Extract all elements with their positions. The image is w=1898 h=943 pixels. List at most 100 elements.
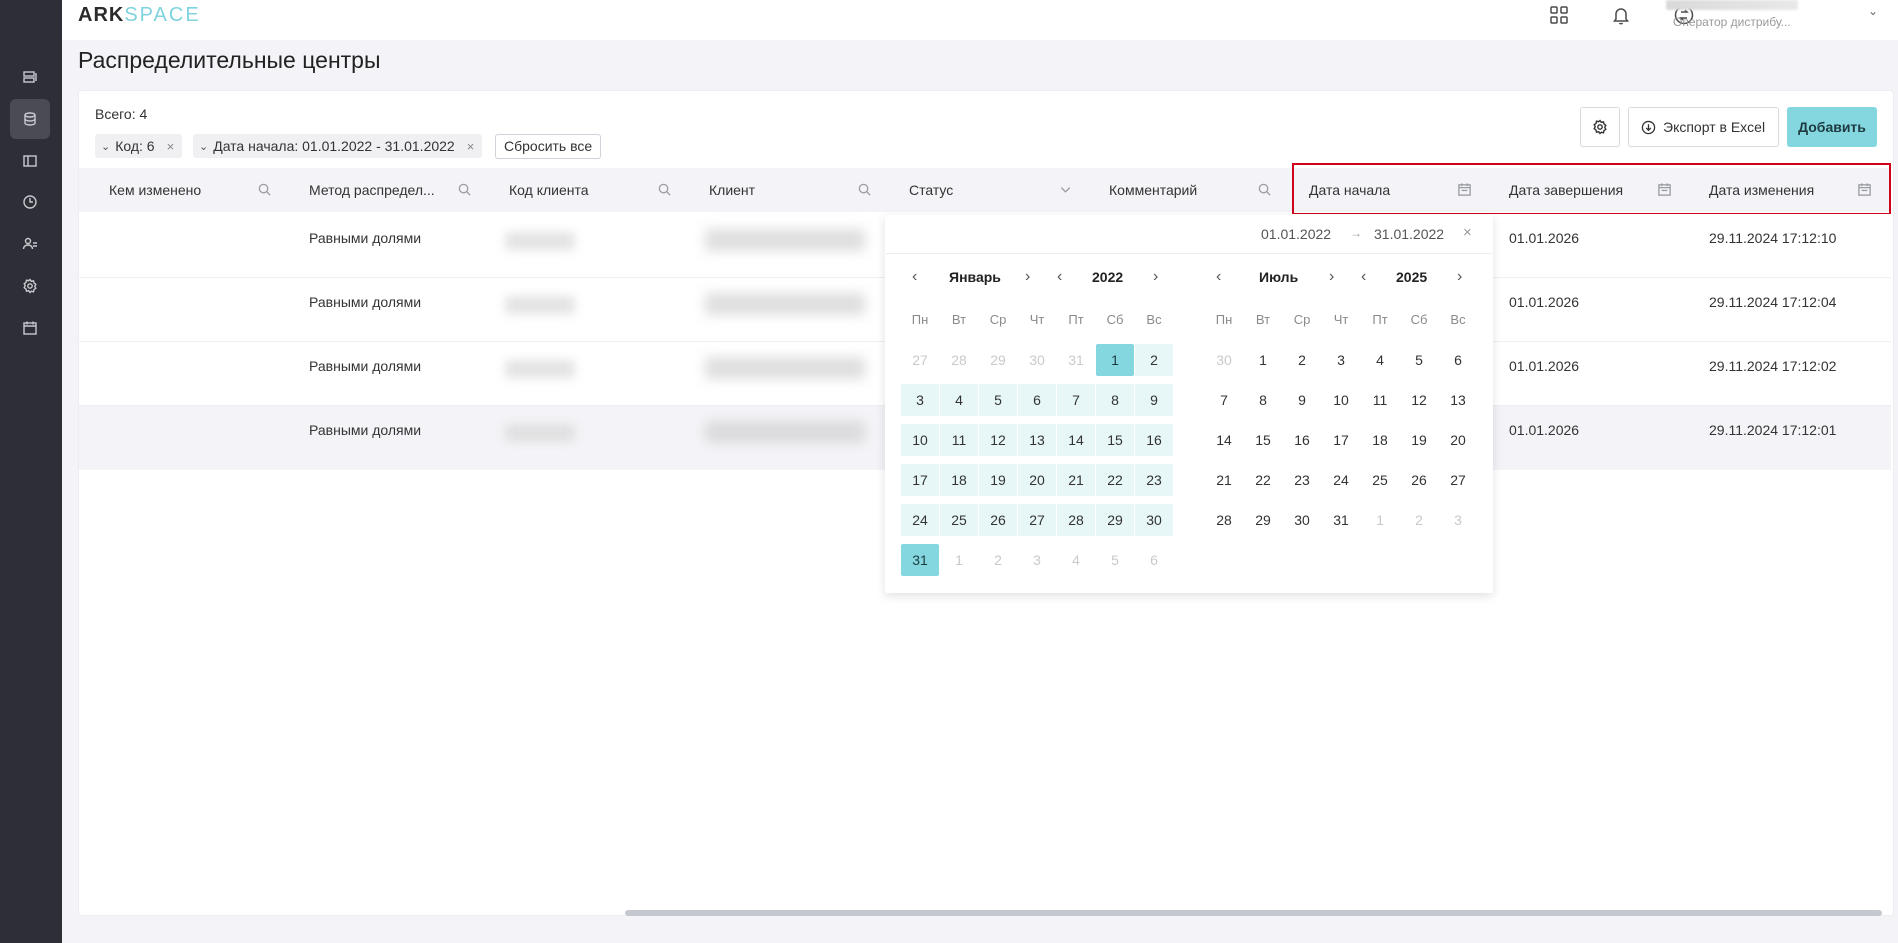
calendar-day[interactable]: 31 bbox=[1322, 504, 1360, 536]
next-year-button[interactable]: › bbox=[1153, 268, 1158, 286]
calendar-day[interactable]: 17 bbox=[1322, 424, 1360, 456]
sidebar-item-calendar[interactable] bbox=[10, 308, 50, 348]
calendar-day[interactable]: 7 bbox=[1057, 384, 1095, 416]
calendar-day[interactable]: 19 bbox=[979, 464, 1017, 496]
range-start-input[interactable]: 01.01.2022 bbox=[1261, 226, 1331, 242]
calendar-day[interactable]: 19 bbox=[1400, 424, 1438, 456]
reset-all-button[interactable]: Сбросить все bbox=[495, 134, 602, 159]
export-excel-button[interactable]: Экспорт в Excel bbox=[1628, 107, 1779, 147]
calendar-day[interactable]: 2 bbox=[979, 544, 1017, 576]
sidebar-item-database[interactable] bbox=[10, 99, 50, 139]
calendar-day[interactable]: 30 bbox=[1018, 344, 1056, 376]
right-month-label[interactable]: Июль bbox=[1259, 269, 1298, 285]
calendar-day[interactable]: 10 bbox=[1322, 384, 1360, 416]
calendar-day[interactable]: 6 bbox=[1135, 544, 1173, 576]
calendar-day[interactable]: 14 bbox=[1205, 424, 1243, 456]
calendar-day[interactable]: 8 bbox=[1244, 384, 1282, 416]
calendar-day[interactable]: 20 bbox=[1018, 464, 1056, 496]
column-header-comment[interactable]: Комментарий bbox=[1109, 168, 1197, 212]
range-end-input[interactable]: 31.01.2022 bbox=[1374, 226, 1444, 242]
calendar-day[interactable]: 7 bbox=[1205, 384, 1243, 416]
calendar-day[interactable]: 1 bbox=[1096, 344, 1134, 376]
search-icon[interactable] bbox=[857, 182, 873, 198]
sidebar-item-list[interactable] bbox=[10, 57, 50, 97]
left-year-label[interactable]: 2022 bbox=[1092, 269, 1123, 285]
calendar-day[interactable]: 18 bbox=[940, 464, 978, 496]
calendar-day[interactable]: 8 bbox=[1096, 384, 1134, 416]
calendar-day[interactable]: 6 bbox=[1018, 384, 1056, 416]
calendar-day[interactable]: 23 bbox=[1283, 464, 1321, 496]
calendar-day[interactable]: 9 bbox=[1283, 384, 1321, 416]
next-month-button[interactable]: › bbox=[1025, 268, 1030, 286]
calendar-day[interactable]: 11 bbox=[940, 424, 978, 456]
next-month-button[interactable]: › bbox=[1329, 268, 1334, 286]
calendar-day[interactable]: 31 bbox=[1057, 344, 1095, 376]
calendar-day[interactable]: 28 bbox=[1057, 504, 1095, 536]
left-month-label[interactable]: Январь bbox=[949, 269, 1001, 285]
close-icon[interactable]: × bbox=[467, 139, 475, 154]
prev-year-button[interactable]: ‹ bbox=[1057, 268, 1062, 286]
calendar-day[interactable]: 3 bbox=[901, 384, 939, 416]
chevron-down-icon[interactable] bbox=[1058, 182, 1074, 198]
calendar-day[interactable]: 17 bbox=[901, 464, 939, 496]
close-icon[interactable]: × bbox=[1463, 224, 1472, 241]
calendar-day[interactable]: 3 bbox=[1322, 344, 1360, 376]
calendar-day[interactable]: 6 bbox=[1439, 344, 1477, 376]
add-button[interactable]: Добавить bbox=[1787, 107, 1877, 147]
right-year-label[interactable]: 2025 bbox=[1396, 269, 1427, 285]
calendar-day[interactable]: 3 bbox=[1439, 504, 1477, 536]
calendar-day[interactable]: 22 bbox=[1096, 464, 1134, 496]
search-icon[interactable] bbox=[657, 182, 673, 198]
apps-grid-button[interactable] bbox=[1547, 3, 1571, 27]
calendar-day[interactable]: 22 bbox=[1244, 464, 1282, 496]
column-header-client[interactable]: Клиент bbox=[709, 168, 755, 212]
calendar-day[interactable]: 10 bbox=[901, 424, 939, 456]
calendar-day[interactable]: 31 bbox=[901, 544, 939, 576]
prev-year-button[interactable]: ‹ bbox=[1361, 268, 1366, 286]
close-icon[interactable]: × bbox=[167, 139, 175, 154]
calendar-day[interactable]: 29 bbox=[1244, 504, 1282, 536]
calendar-day[interactable]: 2 bbox=[1135, 344, 1173, 376]
column-header-method[interactable]: Метод распредел... bbox=[309, 168, 435, 212]
calendar-day[interactable]: 13 bbox=[1439, 384, 1477, 416]
calendar-day[interactable]: 5 bbox=[1096, 544, 1134, 576]
column-header-client-code[interactable]: Код клиента bbox=[509, 168, 589, 212]
avatar[interactable] bbox=[1666, 0, 1798, 10]
calendar-day[interactable]: 23 bbox=[1135, 464, 1173, 496]
calendar-day[interactable]: 16 bbox=[1283, 424, 1321, 456]
calendar-day[interactable]: 14 bbox=[1057, 424, 1095, 456]
calendar-day[interactable]: 2 bbox=[1400, 504, 1438, 536]
calendar-day[interactable]: 12 bbox=[1400, 384, 1438, 416]
search-icon[interactable] bbox=[1257, 182, 1273, 198]
calendar-day[interactable]: 26 bbox=[979, 504, 1017, 536]
calendar-day[interactable]: 29 bbox=[979, 344, 1017, 376]
calendar-day[interactable]: 28 bbox=[940, 344, 978, 376]
calendar-day[interactable]: 29 bbox=[1096, 504, 1134, 536]
user-role[interactable]: Оператор дистрибу... bbox=[1673, 15, 1791, 29]
calendar-day[interactable]: 4 bbox=[1361, 344, 1399, 376]
calendar-day[interactable]: 26 bbox=[1400, 464, 1438, 496]
filter-chip-code[interactable]: ⌄ Код: 6 × bbox=[95, 134, 183, 158]
calendar-day[interactable]: 4 bbox=[940, 384, 978, 416]
notifications-button[interactable] bbox=[1609, 3, 1633, 27]
calendar-day[interactable]: 24 bbox=[901, 504, 939, 536]
calendar-day[interactable]: 25 bbox=[940, 504, 978, 536]
calendar-day[interactable]: 25 bbox=[1361, 464, 1399, 496]
calendar-day[interactable]: 2 bbox=[1283, 344, 1321, 376]
calendar-day[interactable]: 15 bbox=[1096, 424, 1134, 456]
logo[interactable]: ARKSPACE bbox=[78, 4, 201, 27]
calendar-day[interactable]: 27 bbox=[1018, 504, 1056, 536]
calendar-day[interactable]: 21 bbox=[1057, 464, 1095, 496]
column-header-status[interactable]: Статус bbox=[909, 168, 953, 212]
sidebar-item-users[interactable] bbox=[10, 224, 50, 264]
calendar-day[interactable]: 18 bbox=[1361, 424, 1399, 456]
calendar-day[interactable]: 16 bbox=[1135, 424, 1173, 456]
sidebar-item-history[interactable] bbox=[10, 182, 50, 222]
table-settings-button[interactable] bbox=[1580, 107, 1620, 147]
calendar-day[interactable]: 3 bbox=[1018, 544, 1056, 576]
calendar-day[interactable]: 11 bbox=[1361, 384, 1399, 416]
calendar-day[interactable]: 9 bbox=[1135, 384, 1173, 416]
calendar-day[interactable]: 28 bbox=[1205, 504, 1243, 536]
calendar-day[interactable]: 12 bbox=[979, 424, 1017, 456]
calendar-day[interactable]: 1 bbox=[1361, 504, 1399, 536]
